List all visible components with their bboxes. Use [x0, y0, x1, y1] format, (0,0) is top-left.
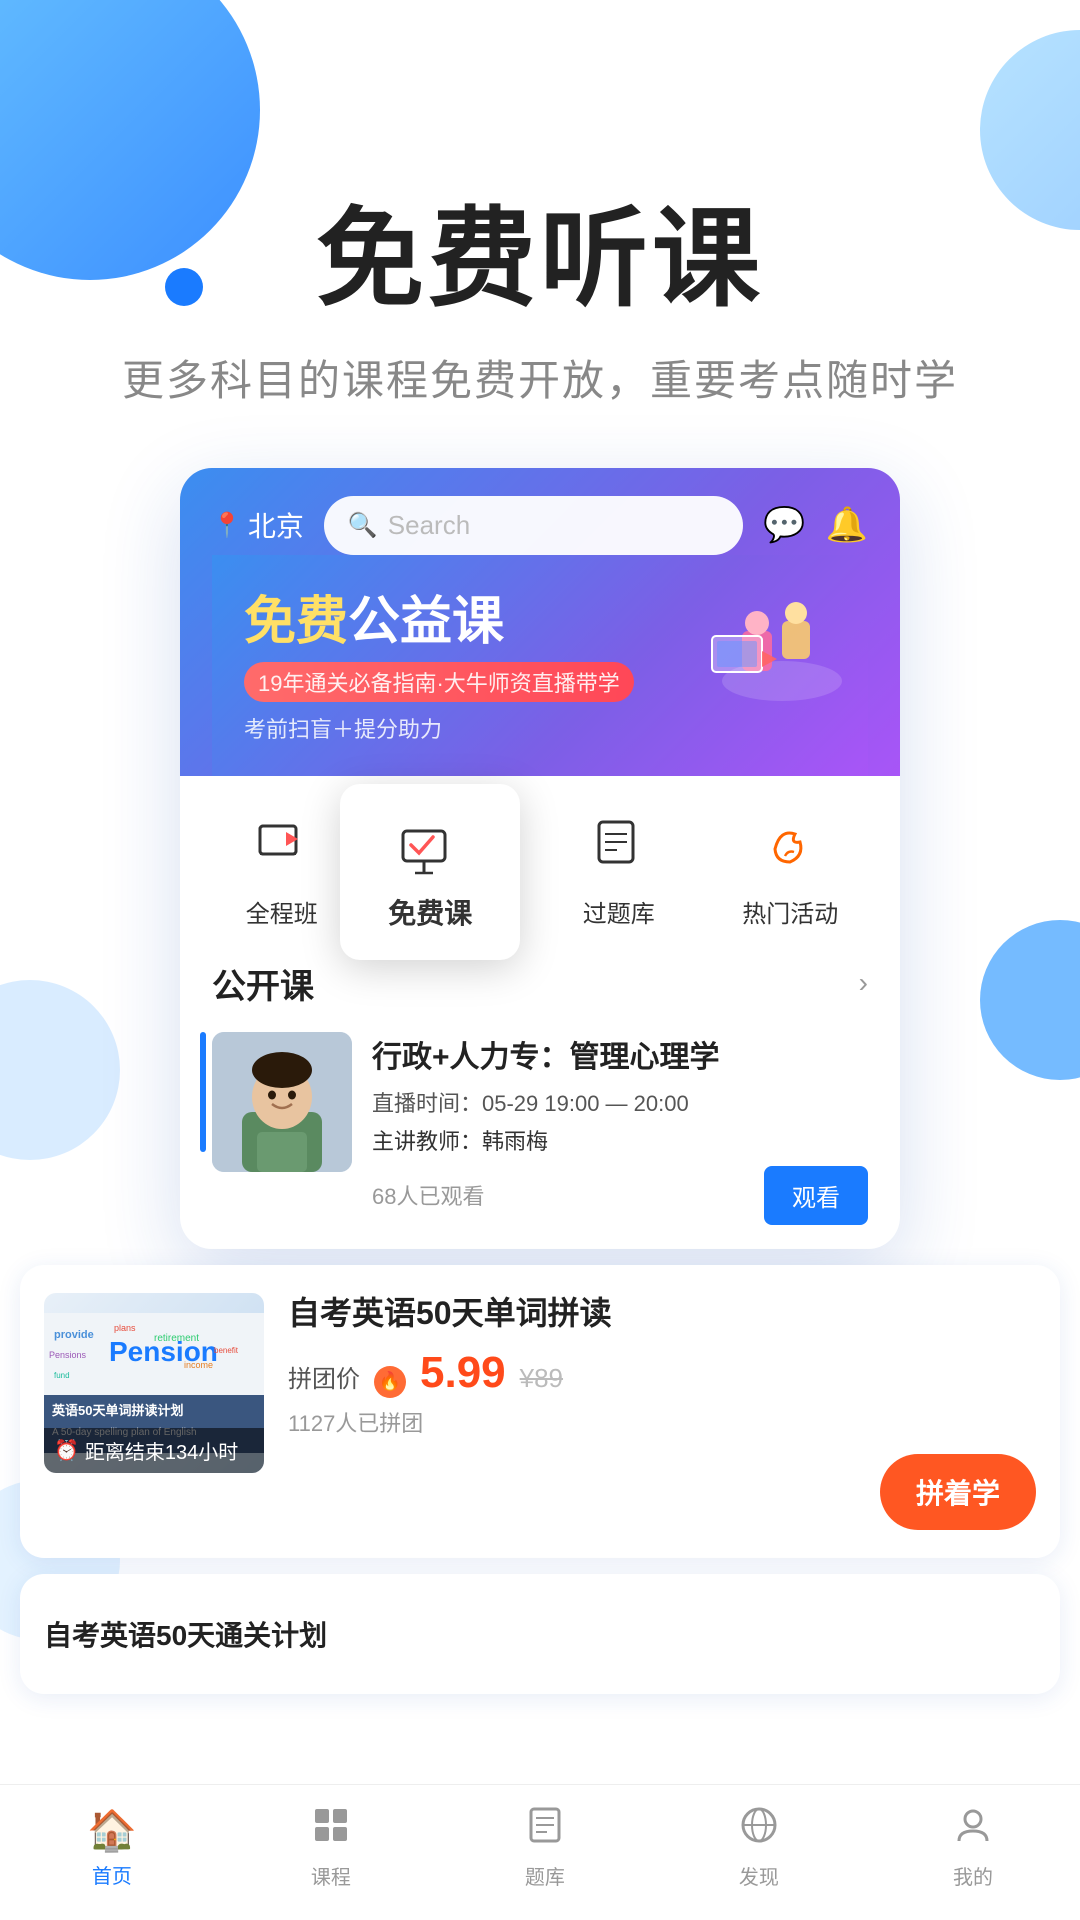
chat-icon[interactable]: 💬: [763, 505, 805, 545]
nav-label-quanchengban: 全程班: [246, 894, 318, 929]
mine-label: 我的: [953, 1861, 993, 1890]
price-main: 5.99: [420, 1348, 506, 1398]
popup-card-mianfeike[interactable]: 免费课: [340, 784, 520, 960]
search-placeholder-text: Search: [388, 510, 470, 541]
bell-icon[interactable]: 🔔: [826, 505, 868, 545]
section-arrow[interactable]: ›: [859, 967, 868, 999]
bottom-nav-home[interactable]: 🏠 首页: [87, 1807, 137, 1889]
app-header-top: 📍 北京 🔍 Search 💬 🔔: [212, 496, 868, 555]
timer-text: 距离结束134小时: [85, 1436, 238, 1465]
course-card: 行政+人力专：管理心理学 直播时间：05-29 19:00 — 20:00 主讲…: [180, 1018, 900, 1249]
product-timer: ⏰ 距离结束134小时: [44, 1428, 264, 1473]
deco-circle-right-mid: [980, 920, 1080, 1080]
svg-text:fund: fund: [54, 1371, 70, 1380]
svg-text:income: income: [184, 1360, 213, 1370]
svg-text:英语50天单词拼读计划: 英语50天单词拼读计划: [51, 1403, 183, 1418]
location-tag[interactable]: 📍 北京: [212, 505, 304, 545]
price-label: 拼团价: [288, 1359, 360, 1394]
product-card-1: provide plans retirement Pensions Pensio…: [20, 1265, 1060, 1559]
search-icon: 🔍: [348, 511, 378, 540]
nav-item-quanchengban[interactable]: 全程班: [242, 804, 322, 929]
deco-circle-left-mid: [0, 980, 120, 1160]
tiku-label: 题库: [525, 1861, 565, 1890]
bottom-nav-mine[interactable]: 我的: [953, 1805, 993, 1890]
discover-icon: [739, 1805, 779, 1855]
course-teacher: 主讲教师：韩雨梅: [372, 1124, 868, 1156]
banner-title-highlight: 免费: [244, 593, 348, 651]
buy-button-1[interactable]: 拼着学: [880, 1454, 1036, 1530]
product-buyers: 1127人已拼团: [288, 1406, 1036, 1438]
header-icons: 💬 🔔: [763, 505, 868, 545]
nav-label-hotactivity: 热门活动: [742, 894, 838, 929]
banner-title-rest: 公益课: [348, 593, 504, 651]
popup-icon-mianfeike: [390, 812, 470, 892]
location-text: 北京: [248, 505, 304, 545]
public-course-title: 公开课: [212, 959, 314, 1008]
svg-text:provide: provide: [54, 1329, 94, 1341]
hero-title: 免费听课: [0, 200, 1080, 319]
popup-label-mianfeike: 免费课: [388, 892, 472, 932]
svg-text:benefit: benefit: [214, 1346, 239, 1355]
banner-sub1: 19年通关必备指南·大牛师资直播带学: [244, 662, 634, 702]
product-title-2: 自考英语50天通关计划: [44, 1614, 327, 1654]
course-avatar: [212, 1032, 352, 1172]
course-icon: [311, 1805, 351, 1855]
location-icon: 📍: [212, 511, 242, 540]
course-footer: 68人已观看 观看: [372, 1166, 868, 1225]
price-original: ¥89: [520, 1363, 563, 1394]
bottom-nav: 🏠 首页 课程 题库 发现 我的: [0, 1784, 1080, 1920]
nav-item-hotactivity[interactable]: 热门活动: [742, 804, 838, 929]
watch-button[interactable]: 观看: [764, 1166, 868, 1225]
hero-section: 免费听课 更多科目的课程免费开放，重要考点随时学: [0, 0, 1080, 408]
course-name: 行政+人力专：管理心理学: [372, 1032, 868, 1076]
course-time: 直播时间：05-29 19:00 — 20:00: [372, 1086, 868, 1118]
course-card-wrapper: 行政+人力专：管理心理学 直播时间：05-29 19:00 — 20:00 主讲…: [180, 1018, 900, 1249]
timer-icon: ⏰: [54, 1438, 79, 1463]
mine-icon: [953, 1805, 993, 1855]
app-mockup: 📍 北京 🔍 Search 💬 🔔 免费公益课 19年通关必备指南·大牛师资直播…: [180, 468, 900, 1249]
bottom-nav-tiku[interactable]: 题库: [525, 1805, 565, 1890]
course-views: 68人已观看: [372, 1179, 484, 1211]
nav-item-mianfeike-wrapper: 免费课: [405, 804, 495, 929]
blue-indicator: [200, 1032, 206, 1152]
public-course-header: 公开课 ›: [180, 939, 900, 1018]
search-bar[interactable]: 🔍 Search: [324, 496, 743, 555]
banner-area: 免费公益课 19年通关必备指南·大牛师资直播带学 考前扫盲＋提分助力: [212, 555, 868, 776]
nav-item-guotiku[interactable]: 过题库: [579, 804, 659, 929]
hero-subtitle: 更多科目的课程免费开放，重要考点随时学: [0, 347, 1080, 408]
tiku-icon: [525, 1805, 565, 1855]
product-price-row: 拼团价 🔥 5.99 ¥89: [288, 1348, 1036, 1398]
banner-illustration: [652, 571, 852, 736]
discover-label: 发现: [739, 1861, 779, 1890]
nav-icon-guotiku: [579, 804, 659, 884]
course-info: 行政+人力专：管理心理学 直播时间：05-29 19:00 — 20:00 主讲…: [372, 1032, 868, 1225]
product-card-2: 自考英语50天通关计划: [20, 1574, 1060, 1694]
nav-icons-row: 全程班 免费课: [180, 776, 900, 939]
product-info-1: 自考英语50天单词拼读 拼团价 🔥 5.99 ¥89 1127人已拼团 拼着学: [264, 1293, 1036, 1531]
price-icon: 🔥: [374, 1366, 406, 1398]
product-image-1: provide plans retirement Pensions Pensio…: [44, 1293, 264, 1473]
mockup-card: 📍 北京 🔍 Search 💬 🔔 免费公益课 19年通关必备指南·大牛师资直播…: [180, 468, 900, 1249]
home-label: 首页: [92, 1860, 132, 1889]
svg-text:Pensions: Pensions: [49, 1350, 87, 1360]
nav-icon-quanchengban: [242, 804, 322, 884]
bottom-nav-course[interactable]: 课程: [311, 1805, 351, 1890]
product-title-1: 自考英语50天单词拼读: [288, 1293, 1036, 1335]
home-icon: 🏠: [87, 1807, 137, 1854]
course-label: 课程: [311, 1861, 351, 1890]
bottom-nav-discover[interactable]: 发现: [739, 1805, 779, 1890]
nav-icon-hotactivity: [750, 804, 830, 884]
nav-label-guotiku: 过题库: [583, 894, 655, 929]
svg-text:plans: plans: [114, 1323, 136, 1333]
app-header: 📍 北京 🔍 Search 💬 🔔 免费公益课 19年通关必备指南·大牛师资直播…: [180, 468, 900, 776]
